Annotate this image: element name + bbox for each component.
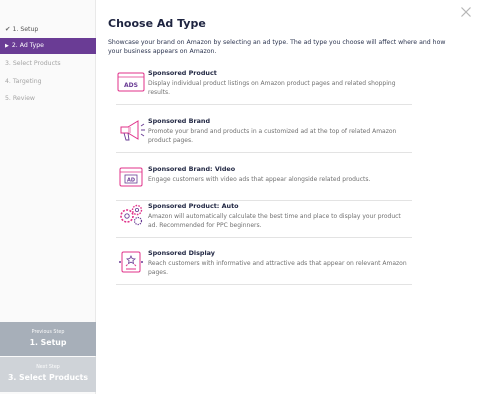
step-review[interactable]: 5. Review	[0, 91, 96, 107]
previous-step-label: 1. Setup	[29, 338, 67, 347]
ad-type-name: Sponsored Display	[148, 249, 215, 257]
step-setup[interactable]: ✔ 1. Setup	[0, 21, 96, 37]
ads-icon: ADS	[117, 72, 145, 92]
ad-type-description: Amazon will automatically calculate the …	[148, 213, 401, 229]
step-label: 5. Review	[5, 95, 35, 102]
previous-step-button[interactable]: Previous Step 1. Setup	[0, 322, 96, 356]
step-label: 4. Targeting	[5, 78, 42, 85]
page-description: Showcase your brand on Amazon by selecti…	[108, 39, 446, 55]
next-step-button[interactable]: Next Step 3. Select Products	[0, 357, 96, 392]
next-step-label: 3. Select Products	[7, 373, 89, 382]
previous-step-caption: Previous Step	[31, 330, 65, 335]
wizard-sidebar: ✔ 1. Setup ▶ 2. Ad Type 3. Select Products…	[0, 0, 96, 394]
ad-type-description: Display individual product listings on A…	[148, 80, 396, 96]
ad-type-description: Reach customers with informative and att…	[148, 260, 407, 276]
video-ad-icon: AD	[119, 167, 143, 187]
ad-type-name: Sponsored Product	[148, 69, 217, 77]
svg-text:ADS: ADS	[124, 82, 138, 89]
svg-text:AD: AD	[127, 178, 135, 184]
ad-type-sponsored-product[interactable]: ADS Sponsored Product Display individual…	[116, 69, 412, 105]
ad-type-description: Promote your brand and products in a cus…	[148, 128, 397, 144]
megaphone-icon	[120, 120, 145, 141]
step-label: 1. Setup	[12, 26, 39, 33]
ad-type-name: Sponsored Product: Auto	[148, 202, 239, 210]
close-icon[interactable]	[459, 5, 473, 19]
ad-type-name: Sponsored Brand	[148, 117, 211, 125]
gears-icon	[120, 204, 143, 226]
ad-type-description: Engage customers with video ads that app…	[148, 176, 371, 183]
ad-type-sponsored-brand-video[interactable]: AD Sponsored Brand: Video Engage custome…	[116, 165, 412, 201]
ad-type-sponsored-brand[interactable]: Sponsored Brand Promote your brand and p…	[116, 117, 412, 153]
ad-type-sponsored-display[interactable]: Sponsored Display Reach customers with i…	[116, 249, 412, 285]
ad-type-sponsored-product-auto[interactable]: Sponsored Product: Auto Amazon will auto…	[116, 202, 412, 238]
display-ad-icon	[119, 251, 143, 273]
next-step-caption: Next Step	[36, 365, 60, 370]
page-title: Choose Ad Type	[108, 17, 206, 30]
step-targeting[interactable]: 4. Targeting	[0, 74, 96, 90]
step-label: 2. Ad Type	[11, 42, 44, 49]
step-ad-type[interactable]: ▶ 2. Ad Type	[0, 38, 96, 54]
triangle-right-icon: ▶	[5, 43, 9, 49]
step-label: 3. Select Products	[5, 60, 61, 67]
ad-type-name: Sponsored Brand: Video	[148, 165, 236, 173]
checkmark-icon: ✔	[5, 25, 11, 33]
step-select-products[interactable]: 3. Select Products	[0, 56, 96, 72]
